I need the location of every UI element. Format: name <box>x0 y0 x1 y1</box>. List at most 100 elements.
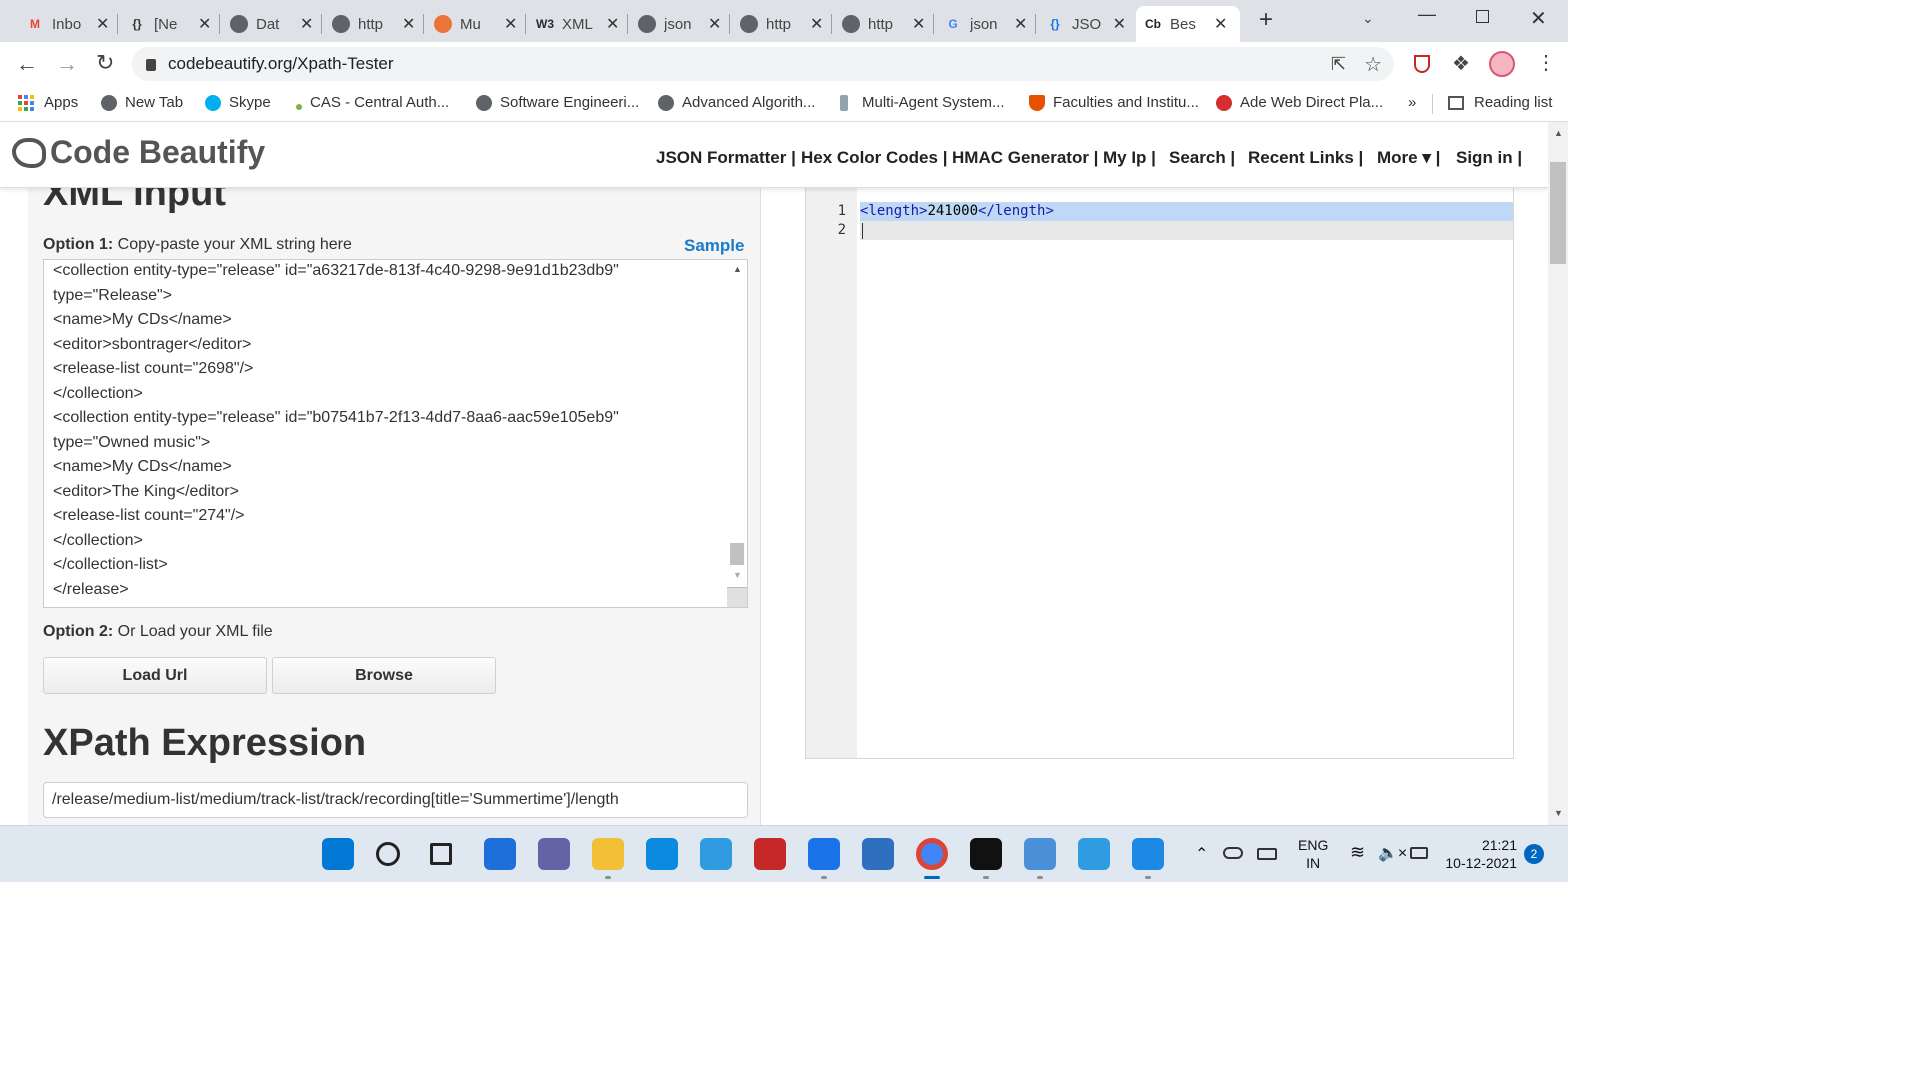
mcafee-icon[interactable] <box>754 838 786 870</box>
browse-button[interactable]: Browse <box>272 657 496 694</box>
tab-close-icon[interactable]: ✕ <box>198 14 211 34</box>
tab-1[interactable]: {} [Ne ✕ <box>120 6 220 42</box>
windows-start-icon[interactable] <box>322 838 354 870</box>
tab-close-icon[interactable]: ✕ <box>96 14 109 34</box>
tab-close-icon[interactable]: ✕ <box>402 14 415 34</box>
tab-8[interactable]: http ✕ <box>834 6 934 42</box>
nav-more-dropdown[interactable]: More ▾ | <box>1377 148 1440 168</box>
onedrive-icon[interactable] <box>1223 847 1243 859</box>
tab-close-icon[interactable]: ✕ <box>912 14 925 34</box>
load-url-button[interactable]: Load Url <box>43 657 267 694</box>
edge-icon[interactable] <box>646 838 678 870</box>
bookmark-apps[interactable]: Apps <box>18 94 78 111</box>
bookmark-ade-web[interactable]: Ade Web Direct Pla... <box>1216 94 1383 111</box>
speaker-muted-icon[interactable]: 🔈× <box>1378 843 1407 863</box>
tab-11[interactable]: Cb Bes ✕ <box>1136 6 1240 42</box>
nav-hmac-generator[interactable]: HMAC Generator | <box>952 148 1098 168</box>
bookmark-faculties[interactable]: Faculties and Institu... <box>1029 94 1199 111</box>
resize-handle[interactable] <box>727 587 747 607</box>
tab-0[interactable]: M Inbo ✕ <box>18 6 118 42</box>
scroll-thumb[interactable] <box>730 543 744 565</box>
chrome-icon[interactable] <box>916 838 948 870</box>
sample-link[interactable]: Sample <box>684 236 744 256</box>
page-scroll-thumb[interactable] <box>1550 162 1566 264</box>
task-view-icon[interactable] <box>430 843 452 865</box>
tray-overflow-icon[interactable]: ⌃ <box>1195 844 1208 864</box>
tab-6[interactable]: json ✕ <box>630 6 730 42</box>
nav-sign-in[interactable]: Sign in | <box>1456 148 1522 168</box>
notepad-icon[interactable] <box>1024 838 1056 870</box>
reading-list-button[interactable]: Reading list <box>1448 94 1552 111</box>
bookmark-new-tab[interactable]: New Tab <box>101 94 183 111</box>
tab-9[interactable]: Gjson ✕ <box>936 6 1036 42</box>
address-bar[interactable]: codebeautify.org/Xpath-Tester ⇱ ☆ <box>132 47 1394 81</box>
bookmark-advanced-algorithms[interactable]: Advanced Algorith... <box>658 94 815 111</box>
l-app-icon[interactable] <box>700 838 732 870</box>
bookmark-cas[interactable]: CAS - Central Auth... <box>296 94 449 111</box>
file-explorer-icon[interactable] <box>592 838 624 870</box>
battery-icon[interactable] <box>1410 847 1428 859</box>
pycharm-icon[interactable] <box>970 838 1002 870</box>
tab-close-icon[interactable]: ✕ <box>504 14 517 34</box>
minimize-button[interactable]: — <box>1418 4 1436 25</box>
tab-close-icon[interactable]: ✕ <box>1014 14 1027 34</box>
paint-icon[interactable] <box>1078 838 1110 870</box>
tab-4[interactable]: Mu ✕ <box>426 6 526 42</box>
tab-search-icon[interactable]: ⌄ <box>1362 10 1374 27</box>
scroll-up-icon[interactable]: ▲ <box>733 264 742 274</box>
bookmark-multi-agent[interactable]: Multi-Agent System... <box>840 94 1005 111</box>
teams-chat-icon[interactable] <box>538 838 570 870</box>
tab-2[interactable]: Dat ✕ <box>222 6 322 42</box>
mail-icon[interactable] <box>808 838 840 870</box>
tab-7[interactable]: http ✕ <box>732 6 832 42</box>
xml-input-textarea[interactable]: <collection entity-type="release" id="a6… <box>43 259 748 608</box>
nav-recent-links[interactable]: Recent Links | <box>1248 148 1363 168</box>
new-tab-button[interactable]: + <box>1254 8 1278 32</box>
tab-3[interactable]: http ✕ <box>324 6 424 42</box>
close-window-button[interactable]: ✕ <box>1530 6 1547 31</box>
share-icon[interactable]: ⇱ <box>1331 54 1346 75</box>
wifi-icon[interactable]: ≋ <box>1350 842 1365 863</box>
extension-shield-icon[interactable] <box>1414 55 1430 73</box>
search-icon[interactable] <box>376 842 400 866</box>
photos-icon[interactable] <box>1132 838 1164 870</box>
nav-hex-color-codes[interactable]: Hex Color Codes | <box>801 148 947 168</box>
language-indicator[interactable]: ENG IN <box>1298 836 1328 872</box>
store-icon[interactable] <box>862 838 894 870</box>
widgets-icon[interactable] <box>484 838 516 870</box>
keyboard-icon[interactable] <box>1257 848 1277 860</box>
reload-icon[interactable]: ↻ <box>96 50 114 76</box>
tab-close-icon[interactable]: ✕ <box>810 14 823 34</box>
tab-close-icon[interactable]: ✕ <box>1214 14 1227 34</box>
profile-avatar[interactable] <box>1489 51 1515 77</box>
tab-close-icon[interactable]: ✕ <box>708 14 721 34</box>
clock[interactable]: 21:21 10-12-2021 <box>1445 836 1517 872</box>
notification-badge[interactable]: 2 <box>1524 844 1544 864</box>
nav-search[interactable]: Search | <box>1169 148 1235 168</box>
xpath-output-editor[interactable]: 1 2 <length>241000</length> <box>805 182 1514 759</box>
bookmark-skype[interactable]: Skype <box>205 94 271 111</box>
textarea-scrollbar[interactable]: ▲ ▼ <box>727 260 747 607</box>
page-scrollbar[interactable]: ▲ ▼ <box>1548 122 1568 825</box>
tab-5[interactable]: W3 XML ✕ <box>528 6 628 42</box>
bookmarks-overflow-button[interactable]: » <box>1408 94 1416 111</box>
tab-10[interactable]: {} JSO ✕ <box>1038 6 1134 42</box>
tab-close-icon[interactable]: ✕ <box>300 14 313 34</box>
scroll-down-icon[interactable]: ▼ <box>1554 808 1563 818</box>
xpath-expression-input[interactable]: /release/medium-list/medium/track-list/t… <box>43 782 748 818</box>
forward-arrow-icon[interactable]: → <box>56 51 78 77</box>
tab-close-icon[interactable]: ✕ <box>1113 14 1126 34</box>
scroll-down-icon[interactable]: ▼ <box>733 570 742 580</box>
bookmark-software-engineering[interactable]: Software Engineeri... <box>476 94 639 111</box>
nav-json-formatter[interactable]: JSON Formatter | <box>656 148 796 168</box>
restore-button[interactable] <box>1476 10 1489 23</box>
extensions-puzzle-icon[interactable]: ❖ <box>1452 51 1470 76</box>
globe-icon <box>476 94 492 111</box>
site-logo[interactable]: Code Beautify <box>12 134 265 171</box>
tab-close-icon[interactable]: ✕ <box>606 14 619 34</box>
chrome-menu-icon[interactable]: ⋮ <box>1536 50 1556 75</box>
nav-my-ip[interactable]: My Ip | <box>1103 148 1156 168</box>
back-arrow-icon[interactable]: ← <box>16 51 38 77</box>
scroll-up-icon[interactable]: ▲ <box>1554 128 1563 138</box>
bookmark-star-icon[interactable]: ☆ <box>1364 52 1382 77</box>
